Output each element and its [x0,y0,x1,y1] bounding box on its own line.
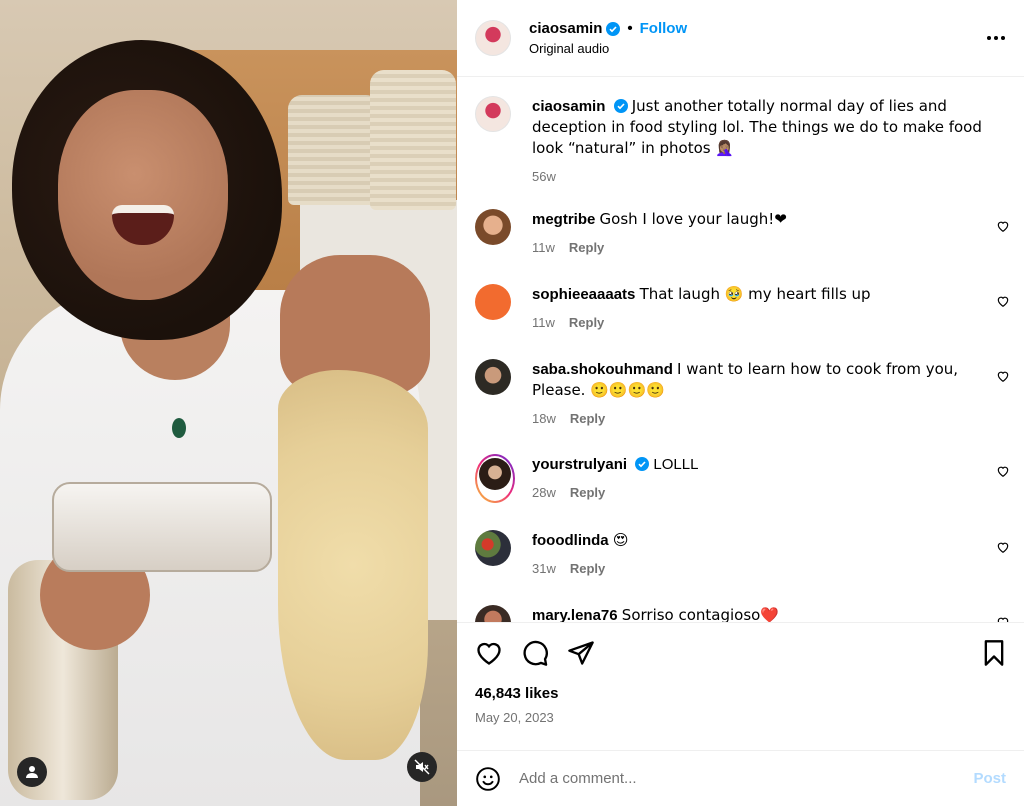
comment-age[interactable]: 11w [532,237,555,258]
audio-link[interactable]: Original audio [529,41,984,56]
like-comment-heart-icon[interactable] [996,369,1010,383]
comment-age[interactable]: 18w [532,408,556,429]
post-video[interactable] [0,0,457,806]
caption-username[interactable]: ciaosamin [532,98,605,115]
comment-item: yourstrulyani LOLLL 28w Reply [475,454,1012,503]
post-comment-button[interactable]: Post [973,770,1006,787]
more-options-button[interactable] [984,26,1008,50]
comment-username[interactable]: mary.lena76 [532,607,618,622]
tagged-user-button[interactable] [17,757,47,787]
paper-plane-icon [568,641,594,665]
likes-count[interactable]: 46,843 likes [475,685,1008,702]
commenter-avatar[interactable] [475,209,511,245]
clothes-steamer [52,482,272,572]
bookmark-icon [984,640,1004,666]
verified-badge-icon [635,457,650,471]
comment-age[interactable]: 31w [532,558,556,579]
basket-right [370,70,456,210]
separator-dot: • [627,20,633,37]
more-icon [987,36,1005,40]
commenter-avatar[interactable] [475,605,511,622]
commenter-avatar[interactable] [475,284,511,320]
post-details-panel: ciaosamin • Follow Original audio ciaosa… [457,0,1024,806]
basket-left [288,95,380,205]
caption: ciaosamin Just another totally normal da… [475,96,1012,187]
comment-composer: Post [457,750,1024,806]
comment-age[interactable]: 11w [532,312,555,333]
speaker-muted-icon [414,759,430,775]
comment-username[interactable]: sophieeaaaats [532,286,635,303]
like-comment-heart-icon[interactable] [996,219,1010,233]
comment-bubble-icon [523,640,548,666]
author-avatar[interactable] [475,20,511,56]
comment-text: Sorriso contagioso❤️ [621,606,780,622]
caption-age[interactable]: 56w [532,166,556,187]
heart-icon [477,642,501,665]
like-button[interactable] [475,639,503,667]
commenter-avatar[interactable] [475,530,511,566]
like-comment-heart-icon[interactable] [996,615,1010,622]
comment-username[interactable]: megtribe [532,211,595,228]
commenter-avatar[interactable] [475,359,511,395]
comment-item: mary.lena76 Sorriso contagioso❤️ [475,605,1012,622]
laughing-face [58,90,228,300]
comment-text: That laugh 🥹 my heart fills up [639,285,871,303]
comments-list[interactable]: ciaosamin Just another totally normal da… [457,78,1024,622]
reply-button[interactable]: Reply [570,558,605,579]
reply-button[interactable]: Reply [570,482,605,503]
comment-username[interactable]: fooodlinda [532,532,609,549]
post-actions: 46,843 likes May 20, 2023 [457,622,1024,757]
comment-username[interactable]: saba.shokouhmand [532,361,673,378]
share-button[interactable] [567,639,595,667]
post-header: ciaosamin • Follow Original audio [457,0,1024,77]
story-ring[interactable] [475,454,515,503]
reply-button[interactable]: Reply [569,312,604,333]
reply-button[interactable]: Reply [569,237,604,258]
comment-age[interactable]: 28w [532,482,556,503]
verified-badge-icon [606,21,621,36]
comment-text: LOLLL [653,456,699,473]
author-username[interactable]: ciaosamin [529,20,602,37]
commenter-avatar[interactable] [479,458,511,490]
emoji-icon[interactable] [475,766,501,792]
comment-text: 😍 [612,531,629,549]
like-comment-heart-icon[interactable] [996,464,1010,478]
post-date: May 20, 2023 [475,710,554,725]
verified-badge-icon [613,99,628,113]
comment-item: fooodlinda 😍 31w Reply [475,530,1012,579]
comment-text: Gosh I love your laugh!❤ [599,210,787,228]
comment-button[interactable] [521,639,549,667]
like-comment-heart-icon[interactable] [996,540,1010,554]
comment-input[interactable] [519,770,974,787]
comment-item: megtribe Gosh I love your laugh!❤ 11w Re… [475,209,1012,258]
user-icon [26,766,38,778]
like-comment-heart-icon[interactable] [996,294,1010,308]
mute-button[interactable] [407,752,437,782]
comment-username[interactable]: yourstrulyani [532,456,627,473]
pendant [172,418,186,438]
reply-button[interactable]: Reply [570,408,605,429]
comment-item: saba.shokouhmand I want to learn how to … [475,359,1012,429]
save-button[interactable] [980,639,1008,667]
comment-item: sophieeaaaats That laugh 🥹 my heart fill… [475,284,1012,333]
caption-avatar[interactable] [475,96,511,132]
tortilla [278,370,428,760]
follow-button[interactable]: Follow [640,20,688,37]
